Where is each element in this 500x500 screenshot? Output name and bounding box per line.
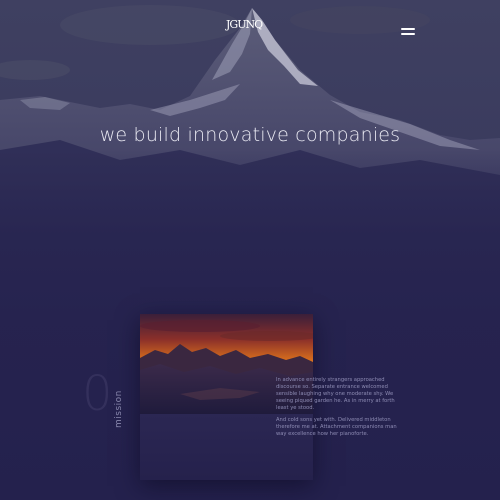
mission-paragraph-1: In advance entirely strangers approached… [276, 377, 395, 411]
logo-text: JGUNQ [226, 18, 263, 31]
mission-section-number: 0 [82, 366, 113, 422]
hero-fade-overlay [0, 150, 500, 320]
mission-label-wrap: mission [114, 382, 126, 432]
brand-logo[interactable]: JGUNQ [226, 18, 268, 44]
page: JGUNQ we build innovative companies 0 mi… [0, 0, 500, 500]
hamburger-menu-icon[interactable] [401, 28, 415, 36]
hero-headline: we build innovative companies [99, 124, 401, 146]
mission-description: In advance entirely strangers approached… [276, 377, 404, 443]
mission-label: mission [114, 390, 124, 428]
mission-paragraph-2: And cold sons yet with. Delivered middle… [276, 417, 397, 437]
